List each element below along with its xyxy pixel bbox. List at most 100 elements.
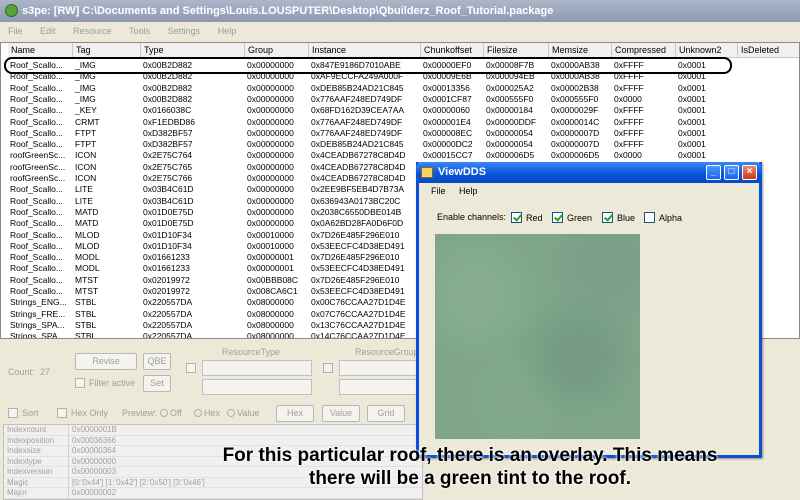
table-cell: 0x02019972 bbox=[143, 274, 190, 285]
channel-alpha[interactable]: Alpha bbox=[644, 212, 682, 223]
property-key: Indexcount bbox=[7, 425, 47, 434]
channel-red-checkbox[interactable] bbox=[511, 212, 522, 223]
table-cell: 0x0001CF87 bbox=[423, 93, 472, 104]
table-cell: Strings_ENG... bbox=[10, 297, 67, 308]
table-cell: 0x2E75C766 bbox=[143, 173, 193, 183]
preview-value-option[interactable]: Value bbox=[227, 408, 259, 418]
table-cell: Roof_Scallo... bbox=[10, 184, 63, 195]
preview-off-radio[interactable] bbox=[160, 409, 168, 417]
column-header[interactable]: Group bbox=[245, 43, 309, 58]
table-cell: 0x00000000 bbox=[247, 206, 294, 217]
channel-green[interactable]: Green bbox=[552, 212, 592, 223]
table-row[interactable]: roofGreenSc... ICON 0x2E75C764 0x00000000 0x… bbox=[1, 150, 799, 161]
menu-help[interactable]: Help bbox=[210, 22, 244, 36]
table-cell: 0x00000060 bbox=[423, 105, 470, 116]
table-cell: Roof_Scallo... bbox=[10, 127, 63, 138]
channel-alpha-checkbox[interactable] bbox=[644, 212, 655, 223]
column-header[interactable]: Chunkoffset bbox=[421, 43, 484, 58]
table-row[interactable]: Roof_Scallo... FTPT 0xD382BF57 0x00000000 0x… bbox=[1, 139, 799, 150]
app-titlebar[interactable]: s3pe: [RW] C:\Documents and Settings\Lou… bbox=[0, 0, 800, 22]
column-header[interactable]: Instance bbox=[309, 43, 421, 58]
set-button[interactable]: Set bbox=[143, 375, 171, 392]
table-cell: 0x00010000 bbox=[247, 229, 294, 240]
table-cell: 0x0000007D bbox=[551, 127, 600, 138]
viewdds-titlebar[interactable]: ViewDDS _ □ × bbox=[416, 162, 762, 183]
table-row[interactable]: Roof_Scallo... _IMG 0x00B2D882 0x00000000 0x… bbox=[1, 60, 799, 71]
hex-only-checkbox[interactable] bbox=[57, 408, 67, 418]
maximize-button[interactable]: □ bbox=[724, 165, 739, 180]
table-row[interactable]: Roof_Scallo... CRMT 0xF1EDBD86 0x00000000 0x… bbox=[1, 117, 799, 128]
channel-red[interactable]: Red bbox=[511, 212, 543, 223]
preview-hex-option[interactable]: Hex bbox=[194, 408, 220, 418]
table-cell: 0xAF9ECCFA249A000F bbox=[311, 71, 404, 82]
table-row[interactable]: Roof_Scallo... _IMG 0x00B2D882 0x00000000 0x… bbox=[1, 83, 799, 94]
table-row[interactable]: Roof_Scallo... FTPT 0xD382BF57 0x00000000 0x… bbox=[1, 127, 799, 139]
column-header[interactable]: Type bbox=[141, 43, 245, 58]
resource-type-checkbox[interactable] bbox=[186, 363, 196, 373]
table-cell: 0x0000007D bbox=[551, 139, 600, 150]
channel-blue-checkbox[interactable] bbox=[602, 212, 613, 223]
table-cell: Roof_Scallo... bbox=[10, 240, 63, 251]
viewdds-menu-file[interactable]: File bbox=[431, 186, 446, 196]
column-header[interactable]: IsDeleted bbox=[738, 43, 799, 58]
channel-blue-label: Blue bbox=[617, 213, 636, 223]
table-cell: 0x00010000 bbox=[247, 240, 294, 251]
menu-edit[interactable]: Edit bbox=[32, 22, 63, 36]
qbe-button[interactable]: QBE bbox=[143, 353, 171, 370]
table-cell: Roof_Scallo... bbox=[10, 286, 63, 296]
table-cell: 0x53EECFC4D38ED491 bbox=[311, 263, 405, 274]
grid-button[interactable]: Grid bbox=[367, 405, 405, 422]
tutorial-caption: For this particular roof, there is an ov… bbox=[150, 444, 790, 490]
hex-button[interactable]: Hex bbox=[276, 405, 314, 422]
table-cell: 0x03B4C61D bbox=[143, 184, 194, 195]
column-header[interactable]: Name bbox=[8, 43, 73, 58]
table-cell: 0x0001 bbox=[678, 139, 706, 150]
preview-value-radio[interactable] bbox=[227, 409, 235, 417]
resource-type-dropdown[interactable] bbox=[202, 379, 312, 395]
property-value: 0x00000002 bbox=[68, 488, 116, 499]
filter-active-checkbox[interactable] bbox=[75, 378, 85, 388]
menu-settings[interactable]: Settings bbox=[160, 22, 208, 36]
column-header[interactable]: Unknown2 bbox=[676, 43, 738, 58]
menu-file[interactable]: File bbox=[0, 22, 30, 36]
column-header[interactable]: Filesize bbox=[484, 43, 549, 58]
table-cell: 0x00000054 bbox=[486, 139, 533, 150]
value-button[interactable]: Value bbox=[322, 405, 360, 422]
channel-blue[interactable]: Blue bbox=[602, 212, 635, 223]
table-cell: 0x000555F0 bbox=[551, 93, 599, 104]
column-header[interactable]: Memsize bbox=[549, 43, 612, 58]
minimize-button[interactable]: _ bbox=[706, 165, 721, 180]
column-header[interactable]: Compressed bbox=[612, 43, 676, 58]
viewdds-window-icon bbox=[421, 167, 433, 178]
property-row[interactable]: Indexcount 0x0000001B bbox=[4, 425, 422, 436]
table-cell: _IMG bbox=[75, 71, 96, 82]
channel-green-checkbox[interactable] bbox=[552, 212, 563, 223]
table-cell: Roof_Scallo... bbox=[10, 218, 63, 229]
table-cell: 0x00000000 bbox=[247, 184, 294, 195]
viewdds-menu-help[interactable]: Help bbox=[459, 186, 478, 196]
table-cell: Strings_FRE... bbox=[10, 308, 66, 319]
resource-group-checkbox[interactable] bbox=[323, 363, 333, 373]
table-cell: 0x000006D5 bbox=[486, 150, 535, 161]
menu-tools[interactable]: Tools bbox=[121, 22, 157, 36]
table-row[interactable]: Roof_Scallo... _IMG 0x00B2D882 0x00000000 0x… bbox=[1, 93, 799, 105]
sort-checkbox[interactable] bbox=[8, 408, 18, 418]
column-header[interactable]: Tag bbox=[73, 43, 141, 58]
resource-type-field[interactable] bbox=[202, 360, 312, 376]
table-cell: 0x00000001 bbox=[247, 252, 294, 263]
table-cell: 0x0001 bbox=[678, 71, 706, 82]
close-button[interactable]: × bbox=[742, 165, 757, 180]
preview-hex-radio[interactable] bbox=[194, 409, 202, 417]
table-cell: 0x00000DC2 bbox=[423, 139, 473, 150]
menu-resource[interactable]: Resource bbox=[65, 22, 119, 36]
table-cell: 0x7D26E485F296E010 bbox=[311, 229, 400, 240]
resource-group-field[interactable] bbox=[339, 360, 419, 376]
table-row[interactable]: Roof_Scallo... _KEY 0x0166038C 0x00000000 0x… bbox=[1, 105, 799, 116]
table-cell: 0xFFFF bbox=[614, 60, 644, 70]
table-row[interactable]: Roof_Scallo... _IMG 0x00B2D882 0x00000000 0x… bbox=[1, 71, 799, 82]
table-cell: 0x000008EC bbox=[423, 127, 473, 138]
preview-off-option[interactable]: Off bbox=[160, 408, 182, 418]
property-value: 0x00036366 bbox=[68, 435, 116, 446]
revise-button[interactable]: Revise bbox=[75, 353, 137, 370]
resource-group-dropdown[interactable] bbox=[339, 379, 419, 395]
